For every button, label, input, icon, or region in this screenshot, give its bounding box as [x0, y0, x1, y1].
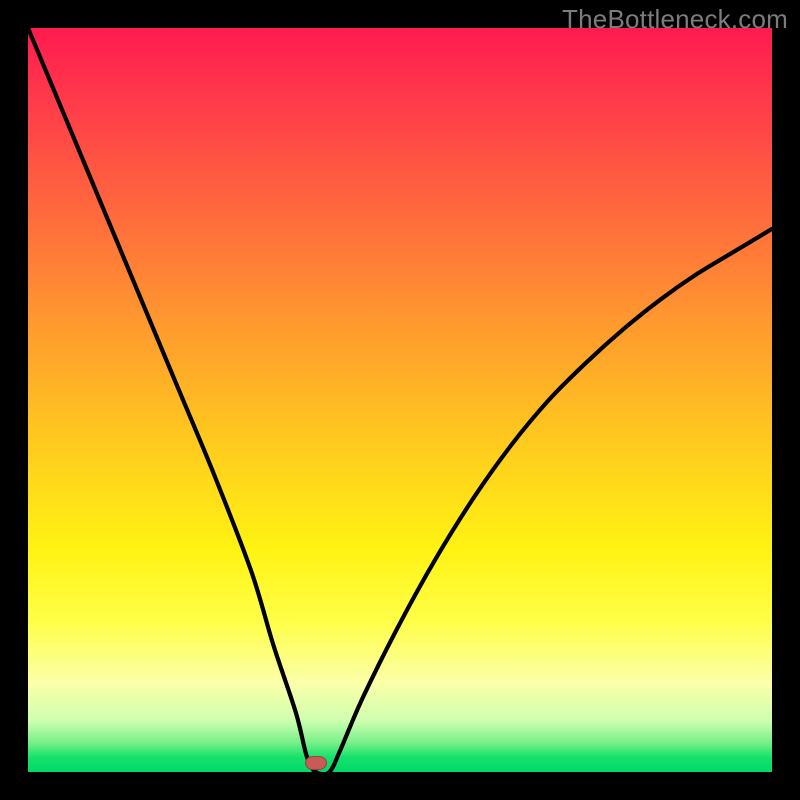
watermark-text: TheBottleneck.com: [562, 4, 788, 35]
bottleneck-curve: [28, 28, 772, 772]
optimal-marker: [305, 756, 327, 770]
plot-area: [28, 28, 772, 772]
outer-frame: TheBottleneck.com: [0, 0, 800, 800]
